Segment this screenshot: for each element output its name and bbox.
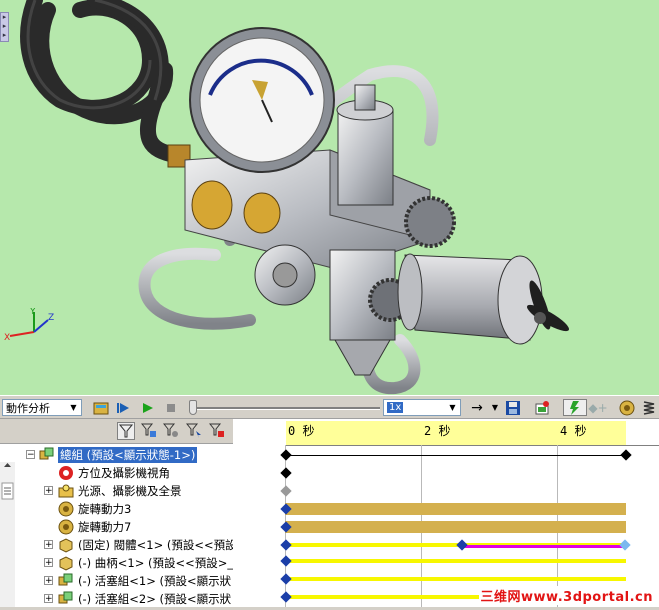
- tree-item-orientation-camera[interactable]: 方位及攝影機視角: [0, 464, 233, 482]
- panel-splitter-area: [233, 419, 286, 607]
- graphics-viewport[interactable]: ▸ ▸ ▸ X Y Z: [0, 0, 659, 395]
- filter-icon[interactable]: [117, 422, 135, 440]
- subassembly-icon: [58, 573, 73, 586]
- filter-selected-icon[interactable]: [185, 422, 203, 440]
- rotary-motor-icon: [58, 501, 74, 517]
- tick-2s: 2 秒: [424, 424, 451, 438]
- collapse-toggle[interactable]: −: [26, 450, 35, 460]
- motionmanager-toolbar: 動作分析 ▼ 1x ▼ → ▼ ◆+: [0, 395, 659, 419]
- crank-bar[interactable]: [285, 559, 626, 563]
- chevron-down-icon: ▼: [449, 403, 456, 412]
- filter-animating-icon[interactable]: [140, 422, 158, 440]
- play-from-start-icon[interactable]: [114, 399, 131, 416]
- tree-item-crank[interactable]: + (-) 曲柄<1> (預設<<預設>_: [0, 554, 233, 572]
- triad-y-label: Y: [29, 308, 36, 317]
- spring-icon[interactable]: [641, 399, 657, 416]
- piston-group-1-bar[interactable]: [285, 577, 626, 581]
- save-animation-icon[interactable]: [504, 399, 521, 416]
- motion-feature-tree: − 總組 (預設<顯示狀態-1>) 方位及攝影機視角 + 光源、攝影機及全景 旋…: [0, 444, 237, 608]
- tree-item-label: 方位及攝影機視角: [78, 466, 170, 480]
- watermark: 三维网www.3dportal.cn: [478, 586, 655, 605]
- expand-toggle[interactable]: +: [44, 486, 53, 496]
- timeline-area[interactable]: 0 秒 2 秒 4 秒: [280, 419, 659, 607]
- tree-item-piston-group-2[interactable]: + (-) 活塞組<2> (預設<顯示狀: [0, 590, 233, 608]
- expand-toggle[interactable]: +: [44, 594, 53, 604]
- stop-icon[interactable]: [162, 399, 179, 416]
- rotary-motor-icon: [58, 519, 74, 535]
- lights-camera-scene-icon: [58, 484, 74, 498]
- motor-3-bar[interactable]: [285, 503, 626, 515]
- chevron-down-icon[interactable]: ▼: [489, 399, 501, 416]
- triad-x-label: X: [4, 333, 10, 342]
- tree-item-piston-group-1[interactable]: + (-) 活塞組<1> (預設<顯示狀: [0, 572, 233, 590]
- motion-feature-tree-panel: − 總組 (預設<顯示狀態-1>) 方位及攝影機視角 + 光源、攝影機及全景 旋…: [0, 419, 237, 608]
- tree-item-label: (-) 活塞組<2> (預設<顯示狀: [78, 592, 232, 606]
- playback-speed-select[interactable]: 1x ▼: [383, 399, 461, 416]
- expand-toggle[interactable]: +: [44, 540, 53, 550]
- key-point[interactable]: [619, 539, 631, 551]
- filter-driving-icon[interactable]: [162, 422, 180, 440]
- triad-z-label: Z: [48, 313, 54, 323]
- filter-results-icon[interactable]: [208, 422, 226, 440]
- timeline-slider-track[interactable]: [190, 407, 380, 410]
- subassembly-icon: [58, 591, 73, 604]
- part-icon: [59, 538, 73, 553]
- tree-item-label: 旋轉動力3: [78, 502, 132, 516]
- tree-item-assembly[interactable]: − 總組 (預設<顯示狀態-1>): [0, 446, 233, 464]
- autokey-icon[interactable]: [563, 399, 587, 416]
- orientation-camera-icon: [59, 466, 73, 480]
- pump-assembly-model[interactable]: [0, 0, 659, 395]
- animation-wizard-icon[interactable]: [533, 399, 553, 416]
- valve-body-change-bar[interactable]: [461, 545, 625, 548]
- play-icon[interactable]: [139, 399, 156, 416]
- tree-item-valve-body[interactable]: + (固定) 閥體<1> (預設<<預設: [0, 536, 237, 554]
- tree-item-rotary-motor-3[interactable]: 旋轉動力3: [0, 500, 233, 518]
- motor-7-bar[interactable]: [285, 521, 626, 533]
- tree-item-label: (固定) 閥體<1> (預設<<預設: [78, 538, 237, 552]
- playback-mode-icon[interactable]: →: [465, 399, 489, 416]
- part-icon: [59, 556, 73, 571]
- expand-toggle[interactable]: +: [44, 576, 53, 586]
- assembly-timeline-line[interactable]: [285, 455, 626, 456]
- playback-speed-value: 1x: [387, 402, 404, 413]
- timeline-slider-thumb[interactable]: [189, 400, 197, 415]
- tree-item-label: 光源、攝影機及全景: [78, 484, 182, 498]
- tick-0s: 0 秒: [288, 424, 315, 438]
- study-type-value: 動作分析: [6, 401, 50, 415]
- calculate-icon[interactable]: [92, 399, 109, 416]
- chevron-down-icon: ▼: [70, 403, 77, 412]
- tick-4s: 4 秒: [560, 424, 587, 438]
- tree-item-label: 總組 (預設<顯示狀態-1>): [58, 447, 198, 463]
- study-type-select[interactable]: 動作分析 ▼: [2, 399, 82, 416]
- add-key-icon[interactable]: ◆+: [588, 399, 607, 416]
- timeline-header[interactable]: 0 秒 2 秒 4 秒: [285, 419, 659, 446]
- tree-item-lights-camera-scene[interactable]: + 光源、攝影機及全景: [0, 482, 233, 500]
- tree-item-rotary-motor-7[interactable]: 旋轉動力7: [0, 518, 233, 536]
- tree-filter-toolbar: [0, 419, 233, 444]
- tree-item-label: (-) 活塞組<1> (預設<顯示狀: [78, 574, 232, 588]
- assembly-icon: [39, 447, 54, 460]
- tree-item-label: 旋轉動力7: [78, 520, 132, 534]
- expand-toggle[interactable]: +: [44, 558, 53, 568]
- key-point[interactable]: [620, 449, 632, 461]
- reference-triad: X Y Z: [2, 307, 62, 343]
- tree-item-label: (-) 曲柄<1> (預設<<預設>_: [78, 556, 234, 570]
- key-point[interactable]: [456, 539, 468, 551]
- motor-icon[interactable]: [618, 399, 636, 416]
